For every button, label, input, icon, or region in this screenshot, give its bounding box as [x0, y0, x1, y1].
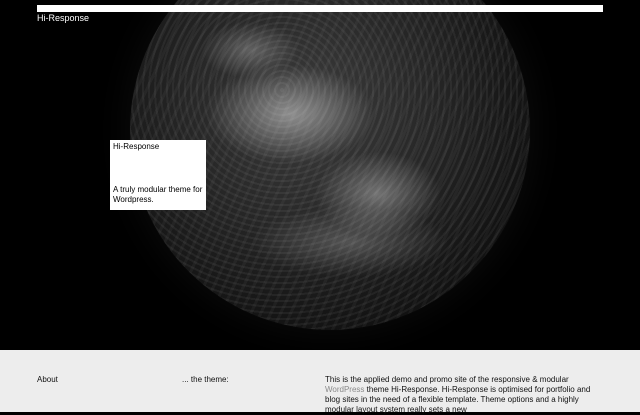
about-text: This is the applied demo and promo site … — [325, 375, 595, 415]
theme-label: ... the theme: — [182, 375, 229, 384]
top-bar — [37, 5, 603, 12]
hero-card-title: Hi-Response — [113, 142, 160, 151]
about-label: About — [37, 375, 58, 384]
site-title[interactable]: Hi-Response — [37, 13, 89, 24]
hero-card-tagline: A truly modular theme for Wordpress. — [113, 185, 203, 204]
about-text-end: theme Hi-Response. Hi-Response is optimi… — [325, 385, 591, 414]
about-text-start: This is the applied demo and promo site … — [325, 375, 569, 384]
hero-card: Hi-Response A truly modular theme for Wo… — [110, 140, 206, 210]
about-section: About ... the theme: This is the applied… — [0, 350, 640, 415]
hero-section: Hi-Response Hi-Response A truly modular … — [0, 0, 640, 350]
wordpress-link[interactable]: WordPress — [325, 385, 364, 394]
